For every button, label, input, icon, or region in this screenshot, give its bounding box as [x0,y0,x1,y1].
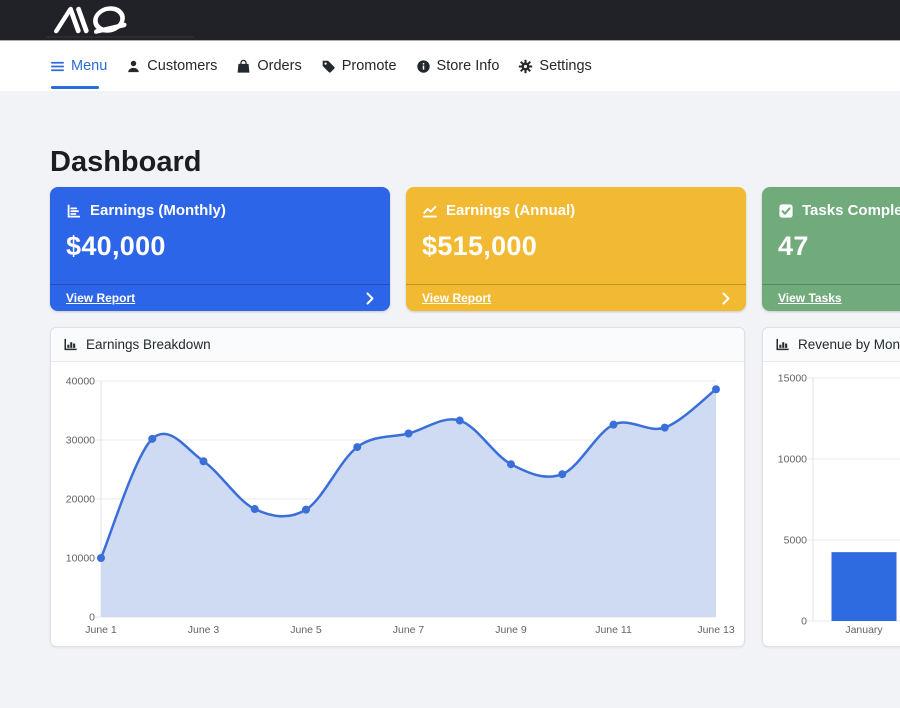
gear-icon [518,59,533,74]
view-report-link[interactable]: View Report [422,291,491,305]
chart-bar-icon [63,337,78,352]
chart-card-header: Revenue by Month [763,328,900,362]
stat-card-title: Tasks Completed [802,202,900,219]
earnings-breakdown-chart[interactable]: 0 10000 20000 30000 40000 June 1 June 3 June 5 J… [51,362,744,647]
nav-item-settings[interactable]: Settings [518,58,591,74]
svg-text:0: 0 [89,612,95,624]
svg-text:20000: 20000 [66,494,95,506]
chart-card-header: Earnings Breakdown [51,328,744,362]
chart-bar-icon [775,337,790,352]
nav-item-store-info[interactable]: Store Info [416,58,500,74]
svg-text:June 5: June 5 [290,624,322,636]
stat-cards-row: Earnings (Monthly) $40,000 View Report [50,187,900,311]
revenue-by-month-card: Revenue by Month 0 5000 10000 15000 January [762,327,900,647]
svg-text:0: 0 [801,616,807,628]
svg-text:June 3: June 3 [188,624,220,636]
stat-card-value: 47 [762,231,900,262]
info-icon [416,59,431,74]
stat-card-title: Earnings (Monthly) [90,202,226,219]
nav-item-label: Customers [147,58,217,74]
page-content: Dashboard Earnings (Monthly) $40,000 Vie… [0,147,900,647]
earnings-breakdown-card: Earnings Breakdown 0 10000 20000 30000 40000… [50,327,745,647]
stat-card-header: Tasks Completed [762,187,900,219]
nav-item-label: Settings [539,58,591,74]
nav-item-promote[interactable]: Promote [321,58,397,74]
svg-text:30000: 30000 [66,435,95,447]
svg-text:June 11: June 11 [595,624,632,636]
svg-text:5000: 5000 [784,535,808,547]
bag-icon [236,59,251,74]
stat-card-header: Earnings (Annual) [406,187,746,219]
tag-icon [321,59,336,74]
svg-text:40000: 40000 [66,376,95,388]
person-icon [126,59,141,74]
chevron-right-icon[interactable] [722,292,730,305]
stat-card-earnings-annual: Earnings (Annual) $515,000 View Report [406,187,746,311]
stat-card-value: $40,000 [50,231,390,262]
nav-item-customers[interactable]: Customers [126,58,217,74]
view-tasks-link[interactable]: View Tasks [778,291,842,305]
svg-text:June 1: June 1 [85,624,117,636]
chart-title: Earnings Breakdown [86,337,211,352]
brand-logo-icon[interactable] [45,5,137,35]
check-square-icon [778,203,794,219]
nav-item-label: Orders [257,58,301,74]
svg-text:January: January [845,624,883,636]
main-nav: Menu Customers Orders Promote [0,41,900,91]
chevron-right-icon[interactable] [366,292,374,305]
nav-item-menu[interactable]: Menu [50,58,107,74]
logo-underline [46,36,194,38]
line-chart-icon [422,203,438,219]
stat-card-footer: View Report [50,284,390,311]
svg-text:June 13: June 13 [697,624,735,636]
stat-card-header: Earnings (Monthly) [50,187,390,219]
nav-item-label: Menu [71,58,107,74]
svg-text:June 7: June 7 [393,624,425,636]
bar-chart-icon [66,203,82,219]
stat-card-footer: View Tasks [762,284,900,311]
svg-text:15000: 15000 [778,373,807,385]
topbar [0,0,900,41]
page-title: Dashboard [50,147,900,178]
svg-text:10000: 10000 [66,553,95,565]
view-report-link[interactable]: View Report [66,291,135,305]
stat-card-earnings-monthly: Earnings (Monthly) $40,000 View Report [50,187,390,311]
nav-active-underline [51,86,99,89]
svg-text:10000: 10000 [778,454,807,466]
stat-card-tasks-completed: Tasks Completed 47 View Tasks [762,187,900,311]
nav-item-label: Store Info [437,58,500,74]
stat-card-title: Earnings (Annual) [446,202,575,219]
dashboard-app: Menu Customers Orders Promote [0,0,900,708]
nav-item-label: Promote [342,58,397,74]
hamburger-icon [50,59,65,74]
revenue-by-month-chart[interactable]: 0 5000 10000 15000 January [763,362,900,647]
svg-text:June 9: June 9 [495,624,527,636]
chart-title: Revenue by Month [798,337,900,352]
stat-card-value: $515,000 [406,231,746,262]
nav-item-orders[interactable]: Orders [236,58,301,74]
charts-row: Earnings Breakdown 0 10000 20000 30000 40000… [50,327,900,647]
stat-card-footer: View Report [406,284,746,311]
